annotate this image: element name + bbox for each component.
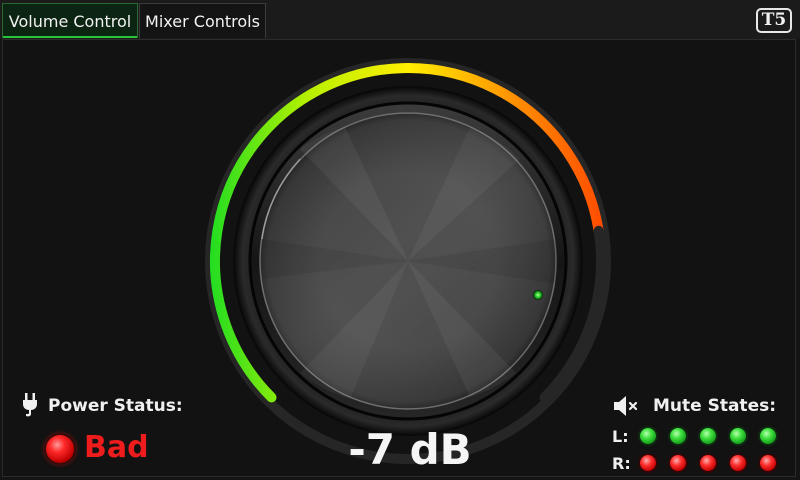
power-status-led bbox=[46, 435, 74, 463]
brand-logo: T5 bbox=[756, 8, 792, 33]
mute-led-right-1[interactable] bbox=[640, 455, 656, 471]
knob-position-indicator bbox=[533, 290, 543, 300]
mute-led-right-2[interactable] bbox=[670, 455, 686, 471]
mute-states-label: Mute States: bbox=[653, 396, 777, 416]
mute-led-left-5[interactable] bbox=[760, 428, 776, 444]
mute-led-left-3[interactable] bbox=[700, 428, 716, 444]
tab-volume-control[interactable]: Volume Control bbox=[2, 3, 138, 38]
tab-mixer-controls[interactable]: Mixer Controls bbox=[139, 3, 266, 38]
speaker-muted-icon bbox=[614, 396, 638, 416]
mute-led-left-2[interactable] bbox=[670, 428, 686, 444]
mute-led-left-4[interactable] bbox=[730, 428, 746, 444]
right-channel-label: R: bbox=[612, 454, 631, 473]
power-status-value: Bad bbox=[84, 430, 149, 465]
left-channel-label: L: bbox=[612, 427, 629, 446]
mute-led-left-1[interactable] bbox=[640, 428, 656, 444]
volume-db-readout: -7 dB bbox=[348, 425, 472, 474]
tab-bar: Volume Control Mixer Controls T5 bbox=[0, 0, 800, 39]
mute-led-right-4[interactable] bbox=[730, 455, 746, 471]
volume-knob[interactable] bbox=[259, 112, 557, 410]
mute-led-right-5[interactable] bbox=[760, 455, 776, 471]
plug-icon bbox=[23, 393, 37, 417]
power-status-label: Power Status: bbox=[48, 396, 183, 416]
mute-led-right-3[interactable] bbox=[700, 455, 716, 471]
